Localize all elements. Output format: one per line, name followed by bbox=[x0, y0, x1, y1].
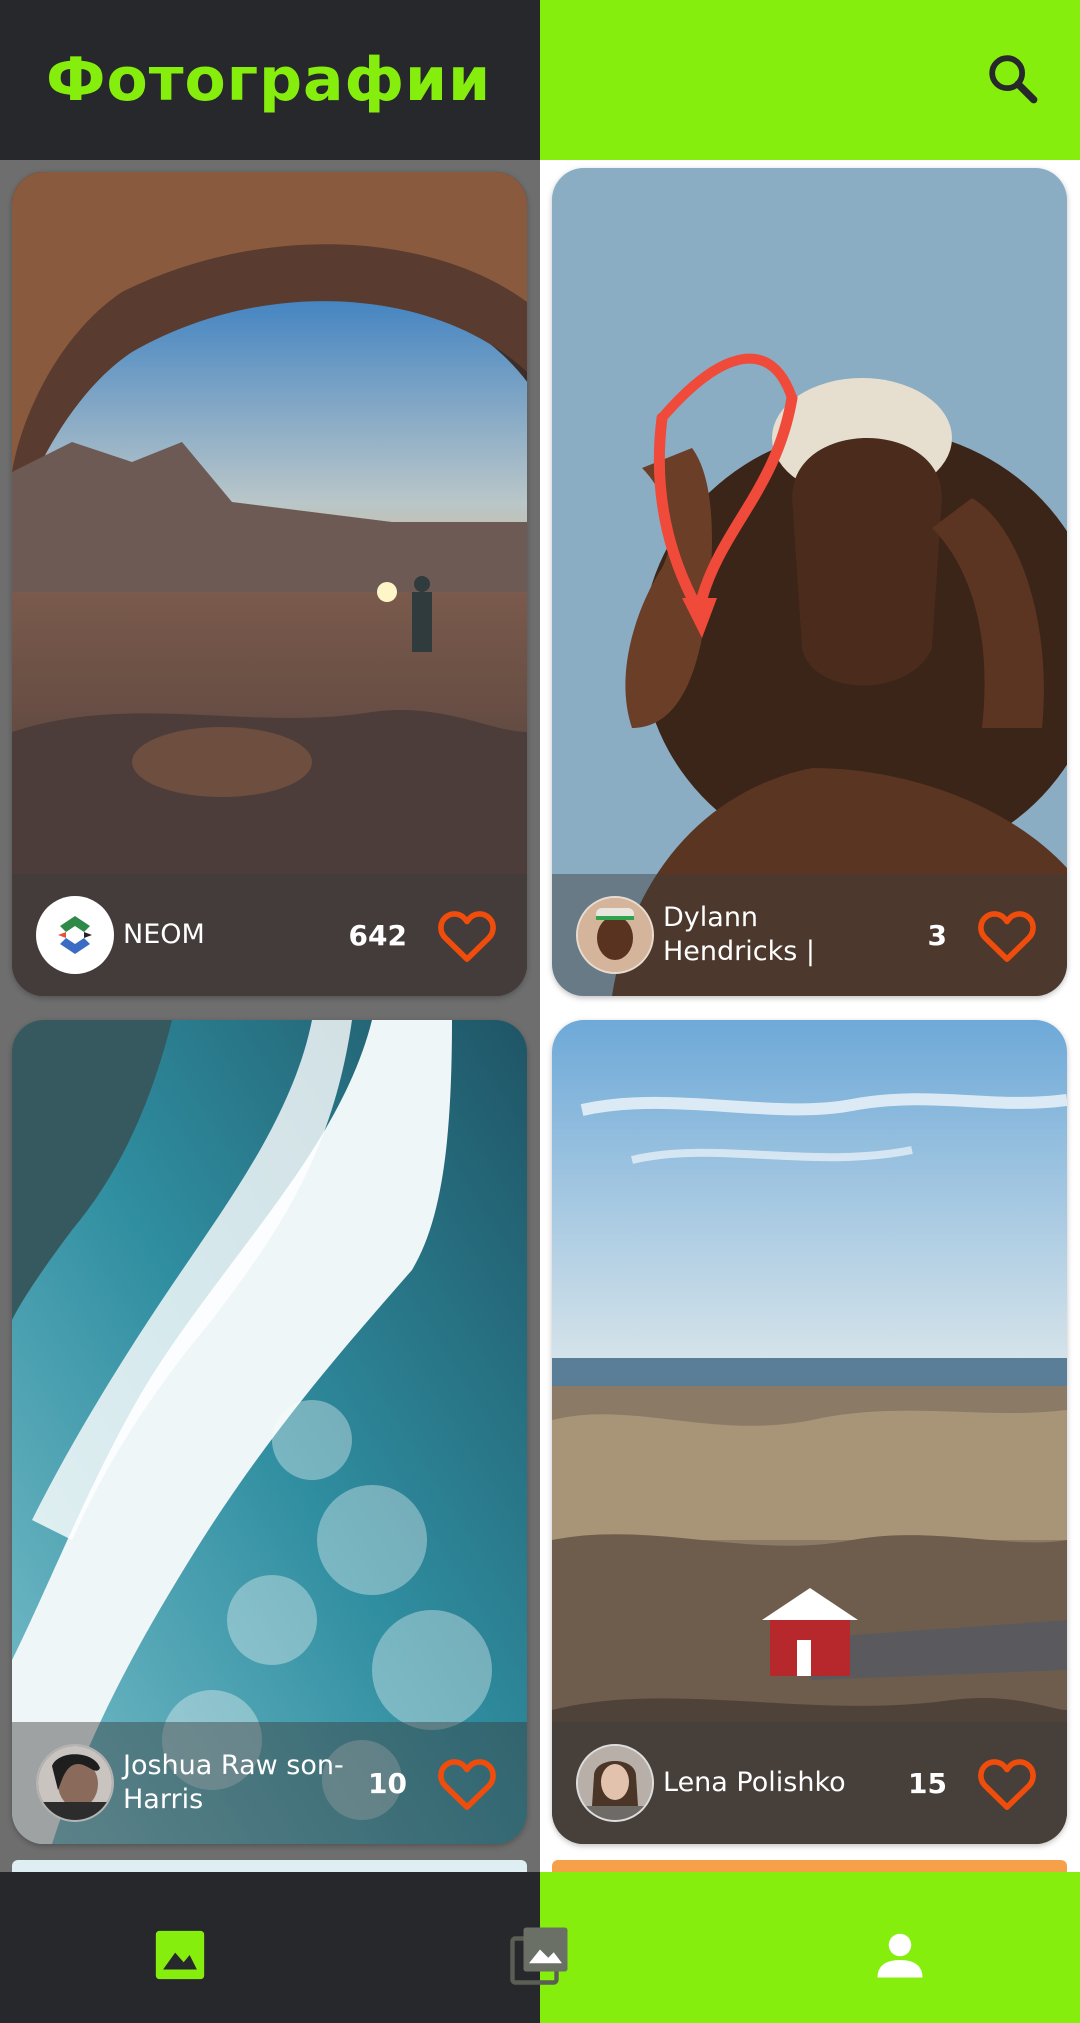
like-button[interactable] bbox=[973, 1752, 1041, 1814]
heart-icon bbox=[978, 1759, 1036, 1810]
photo-card-footer: Joshua Raw son-Harris 10 bbox=[12, 1722, 527, 1844]
author-name[interactable]: NEOM bbox=[123, 918, 353, 952]
profile-icon bbox=[877, 1933, 923, 1978]
avatar[interactable] bbox=[576, 896, 654, 974]
photo-image bbox=[12, 172, 527, 996]
image-icon bbox=[155, 1930, 205, 1980]
person-avatar-icon bbox=[578, 1746, 652, 1820]
like-button[interactable] bbox=[973, 904, 1041, 966]
nav-photos-button[interactable] bbox=[140, 1915, 220, 1995]
author-name[interactable]: Lena Polishko bbox=[663, 1766, 893, 1800]
search-icon bbox=[989, 55, 1038, 104]
top-app-bar: Фотографии bbox=[0, 0, 540, 160]
photo-card-footer: Lena Polishko 15 bbox=[552, 1722, 1067, 1844]
avatar[interactable] bbox=[36, 1744, 114, 1822]
author-name[interactable]: Joshua Raw son-Harris bbox=[123, 1749, 353, 1817]
top-app-bar-accent bbox=[540, 0, 1080, 160]
photo-card[interactable]: Dylann Hendricks | 3 bbox=[552, 168, 1067, 996]
likes-count: 3 bbox=[927, 918, 947, 952]
photo-card-footer: NEOM 642 bbox=[12, 874, 527, 996]
author-name[interactable]: Dylann Hendricks | bbox=[663, 901, 893, 969]
search-button[interactable] bbox=[974, 40, 1050, 116]
avatar[interactable] bbox=[36, 896, 114, 974]
person-avatar-icon bbox=[578, 898, 652, 972]
avatar[interactable] bbox=[576, 1744, 654, 1822]
bottom-navigation-accent bbox=[540, 1872, 1080, 2023]
collections-icon bbox=[510, 1927, 568, 1985]
photo-card[interactable]: Joshua Raw son-Harris 10 bbox=[12, 1020, 527, 1844]
photo-image bbox=[12, 1020, 527, 1844]
person-avatar-icon bbox=[38, 1746, 112, 1820]
bottom-navigation bbox=[0, 1872, 540, 2023]
heart-icon bbox=[438, 911, 496, 962]
likes-count: 10 bbox=[368, 1766, 407, 1800]
heart-icon bbox=[978, 911, 1036, 962]
photo-card[interactable]: Lena Polishko 15 bbox=[552, 1020, 1067, 1844]
like-button[interactable] bbox=[433, 904, 501, 966]
heart-icon bbox=[438, 1759, 496, 1810]
photo-card[interactable]: NEOM 642 bbox=[12, 172, 527, 996]
next-photo-card-peek bbox=[12, 1860, 527, 1872]
nav-profile-button[interactable] bbox=[860, 1915, 940, 1995]
photo-image bbox=[552, 1020, 1067, 1844]
photo-card-footer: Dylann Hendricks | 3 bbox=[552, 874, 1067, 996]
nav-collections-button[interactable] bbox=[500, 1915, 580, 1995]
page-title: Фотографии bbox=[46, 45, 492, 115]
like-button[interactable] bbox=[433, 1752, 501, 1814]
next-photo-card-peek bbox=[552, 1860, 1067, 1872]
neom-logo-icon bbox=[38, 898, 112, 972]
likes-count: 15 bbox=[908, 1766, 947, 1800]
likes-count: 642 bbox=[348, 918, 407, 952]
photo-image bbox=[552, 168, 1067, 996]
